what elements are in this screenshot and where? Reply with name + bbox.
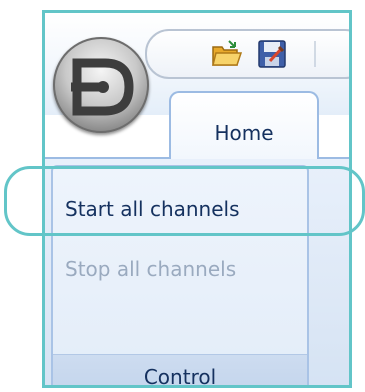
customize-dropdown-icon[interactable]: ▾ [351, 37, 352, 59]
app-logo-d-icon [71, 58, 134, 116]
separator-icon [307, 39, 323, 69]
open-folder-icon[interactable] [211, 39, 243, 69]
stop-all-channels-button[interactable]: Stop all channels [65, 257, 236, 281]
tab-home[interactable]: Home [169, 91, 319, 159]
highlight-outline [4, 166, 365, 236]
save-icon[interactable] [257, 39, 287, 69]
app-button[interactable] [53, 37, 149, 133]
group-label-control: Control [53, 354, 307, 385]
tab-home-label: Home [214, 121, 274, 145]
quick-access-toolbar [145, 29, 349, 79]
